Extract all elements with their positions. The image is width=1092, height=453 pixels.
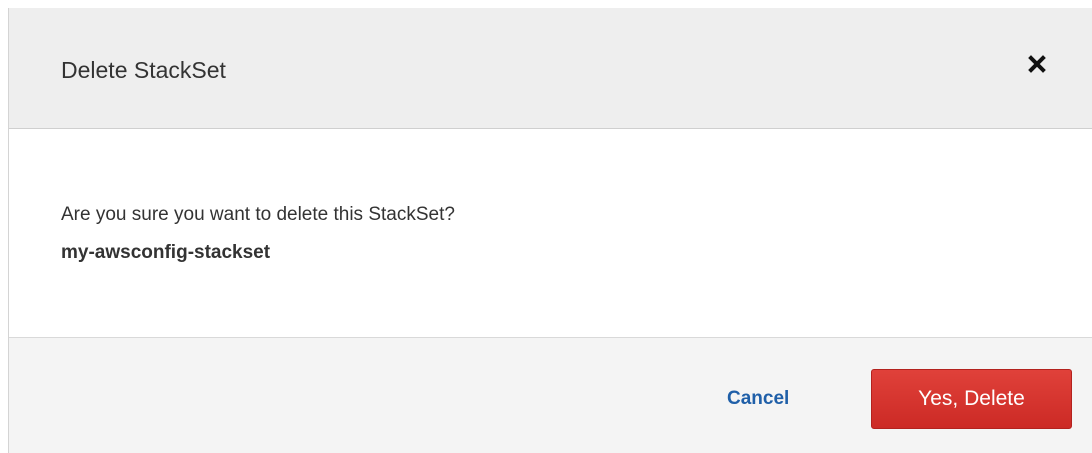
confirmation-question: Are you sure you want to delete this Sta… — [61, 204, 455, 225]
delete-stackset-dialog: Delete StackSet Are you sure you want to… — [8, 8, 1092, 453]
yes-delete-button[interactable]: Yes, Delete — [871, 369, 1072, 429]
dialog-header: Delete StackSet — [9, 8, 1092, 129]
stackset-name: my-awsconfig-stackset — [61, 242, 271, 263]
dialog-footer: Cancel Yes, Delete — [9, 337, 1092, 453]
cancel-button[interactable]: Cancel — [727, 387, 789, 411]
dialog-body: Are you sure you want to delete this Sta… — [9, 129, 1092, 337]
dialog-title: Delete StackSet — [61, 57, 226, 83]
close-button[interactable] — [1022, 49, 1052, 79]
close-icon — [1028, 55, 1046, 73]
